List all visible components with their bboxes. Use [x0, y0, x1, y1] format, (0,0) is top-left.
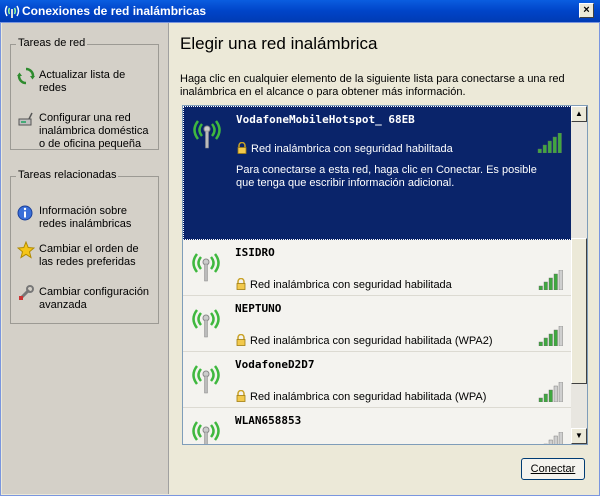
- wireless-antenna-icon: [192, 253, 220, 282]
- signal-bar: [543, 281, 548, 290]
- page-title: Elegir una red inalámbrica: [180, 34, 378, 53]
- wireless-antenna-icon: [193, 120, 221, 149]
- signal-bar: [553, 435, 558, 444]
- signal-bar: [558, 270, 563, 290]
- window-title: Conexiones de red inalámbricas: [22, 4, 207, 18]
- network-list[interactable]: VodafoneMobileHotspot_ 68EB Red inalámbr…: [182, 105, 588, 445]
- lock-icon: [236, 334, 246, 346]
- lock-icon: [236, 278, 246, 290]
- refresh-networks-label: Actualizar lista de redes: [39, 69, 126, 94]
- network-item[interactable]: WLAN658853: [183, 408, 572, 444]
- related-tasks-label: Tareas relacionadas: [16, 169, 119, 181]
- signal-bar: [537, 148, 542, 153]
- signal-bar: [557, 133, 562, 153]
- signal-bar: [538, 397, 543, 402]
- star-icon: [17, 241, 35, 259]
- signal-bar: [548, 277, 553, 290]
- network-item[interactable]: VodafoneMobileHotspot_ 68EB Red inalámbr…: [183, 106, 572, 240]
- main-panel: Elegir una red inalámbrica Haga clic en …: [169, 23, 600, 496]
- info-icon: [17, 205, 33, 221]
- connect-button[interactable]: Conectar: [521, 458, 585, 480]
- signal-bar: [553, 385, 558, 402]
- wireless-antenna-icon: [192, 365, 220, 394]
- signal-bar: [543, 393, 548, 402]
- advanced-settings-task[interactable]: Cambiar configuración avanzada: [17, 284, 157, 312]
- signal-bar: [538, 285, 543, 290]
- network-setup-icon: [18, 112, 33, 126]
- signal-bar: [548, 389, 553, 402]
- wireless-antenna-icon: [192, 309, 220, 338]
- lock-icon: [236, 390, 246, 402]
- signal-bar: [543, 443, 548, 444]
- related-tasks-group: Tareas relacionadas Información sobre re…: [10, 169, 159, 324]
- network-item[interactable]: ISIDRO Red inalámbrica con seguridad hab…: [183, 240, 572, 296]
- lock-icon: [237, 142, 247, 154]
- info-wireless-task[interactable]: Información sobre redes inalámbricas: [17, 204, 157, 232]
- signal-bar: [548, 333, 553, 346]
- signal-bar: [547, 140, 552, 153]
- signal-strength-icon: [538, 326, 563, 346]
- network-security: Red inalámbrica con seguridad habilitada…: [250, 391, 487, 403]
- signal-bar: [552, 136, 557, 153]
- wireless-antenna-icon: [192, 421, 220, 444]
- network-item[interactable]: NEPTUNO Red inalámbrica con seguridad ha…: [183, 296, 572, 352]
- change-order-label: Cambiar el orden de las redes preferidas: [39, 243, 139, 268]
- signal-bar: [548, 439, 553, 444]
- close-button[interactable]: ×: [579, 3, 594, 18]
- network-item[interactable]: VodafoneD2D7 Red inalámbrica con segurid…: [183, 352, 572, 408]
- wireless-network-icon: [4, 5, 20, 18]
- signal-bar: [558, 382, 563, 402]
- signal-bar: [558, 432, 563, 444]
- network-ssid: NEPTUNO: [235, 302, 282, 315]
- network-ssid: VodafoneMobileHotspot_ 68EB: [236, 113, 415, 126]
- refresh-icon: [17, 67, 35, 85]
- network-security: Red inalámbrica con seguridad habilitada…: [250, 335, 493, 347]
- network-security: Red inalámbrica con seguridad habilitada: [251, 143, 453, 155]
- signal-bar: [538, 341, 543, 346]
- signal-strength-icon: [543, 432, 563, 444]
- scroll-up-button[interactable]: ▲: [571, 106, 587, 122]
- title-bar: Conexiones de red inalámbricas ×: [0, 0, 600, 23]
- connect-button-label: Conectar: [530, 463, 576, 475]
- signal-bar: [543, 337, 548, 346]
- signal-bar: [553, 329, 558, 346]
- network-ssid: WLAN658853: [235, 414, 302, 427]
- scroll-thumb[interactable]: [571, 238, 587, 384]
- network-ssid: ISIDRO: [235, 246, 275, 259]
- signal-bar: [542, 144, 547, 153]
- signal-strength-icon: [538, 382, 563, 402]
- setup-network-task[interactable]: Configurar una red inalámbrica doméstica…: [17, 110, 157, 150]
- signal-strength-icon: [537, 133, 562, 153]
- scroll-down-button[interactable]: ▼: [571, 428, 587, 444]
- network-security: Red inalámbrica con seguridad habilitada: [250, 279, 452, 291]
- network-tasks-group: Tareas de red Actualizar lista de redes …: [10, 37, 159, 150]
- advanced-settings-label: Cambiar configuración avanzada: [39, 286, 150, 311]
- change-order-task[interactable]: Cambiar el orden de las redes preferidas: [17, 241, 157, 269]
- refresh-networks-task[interactable]: Actualizar lista de redes: [17, 67, 157, 97]
- network-connect-hint: Para conectarse a esta red, haga clic en…: [236, 164, 537, 189]
- vertical-scrollbar[interactable]: ▲ ▼: [571, 106, 587, 444]
- setup-network-label: Configurar una red inalámbrica doméstica…: [39, 112, 149, 150]
- signal-strength-icon: [538, 270, 563, 290]
- instructions-text: Haga clic en cualquier elemento de la si…: [180, 73, 565, 98]
- wrench-icon: [19, 285, 34, 300]
- signal-bar: [553, 273, 558, 290]
- info-wireless-label: Información sobre redes inalámbricas: [39, 205, 132, 230]
- network-ssid: VodafoneD2D7: [235, 358, 315, 371]
- sidebar: Tareas de red Actualizar lista de redes …: [2, 23, 169, 494]
- signal-bar: [558, 326, 563, 346]
- network-tasks-label: Tareas de red: [16, 37, 88, 49]
